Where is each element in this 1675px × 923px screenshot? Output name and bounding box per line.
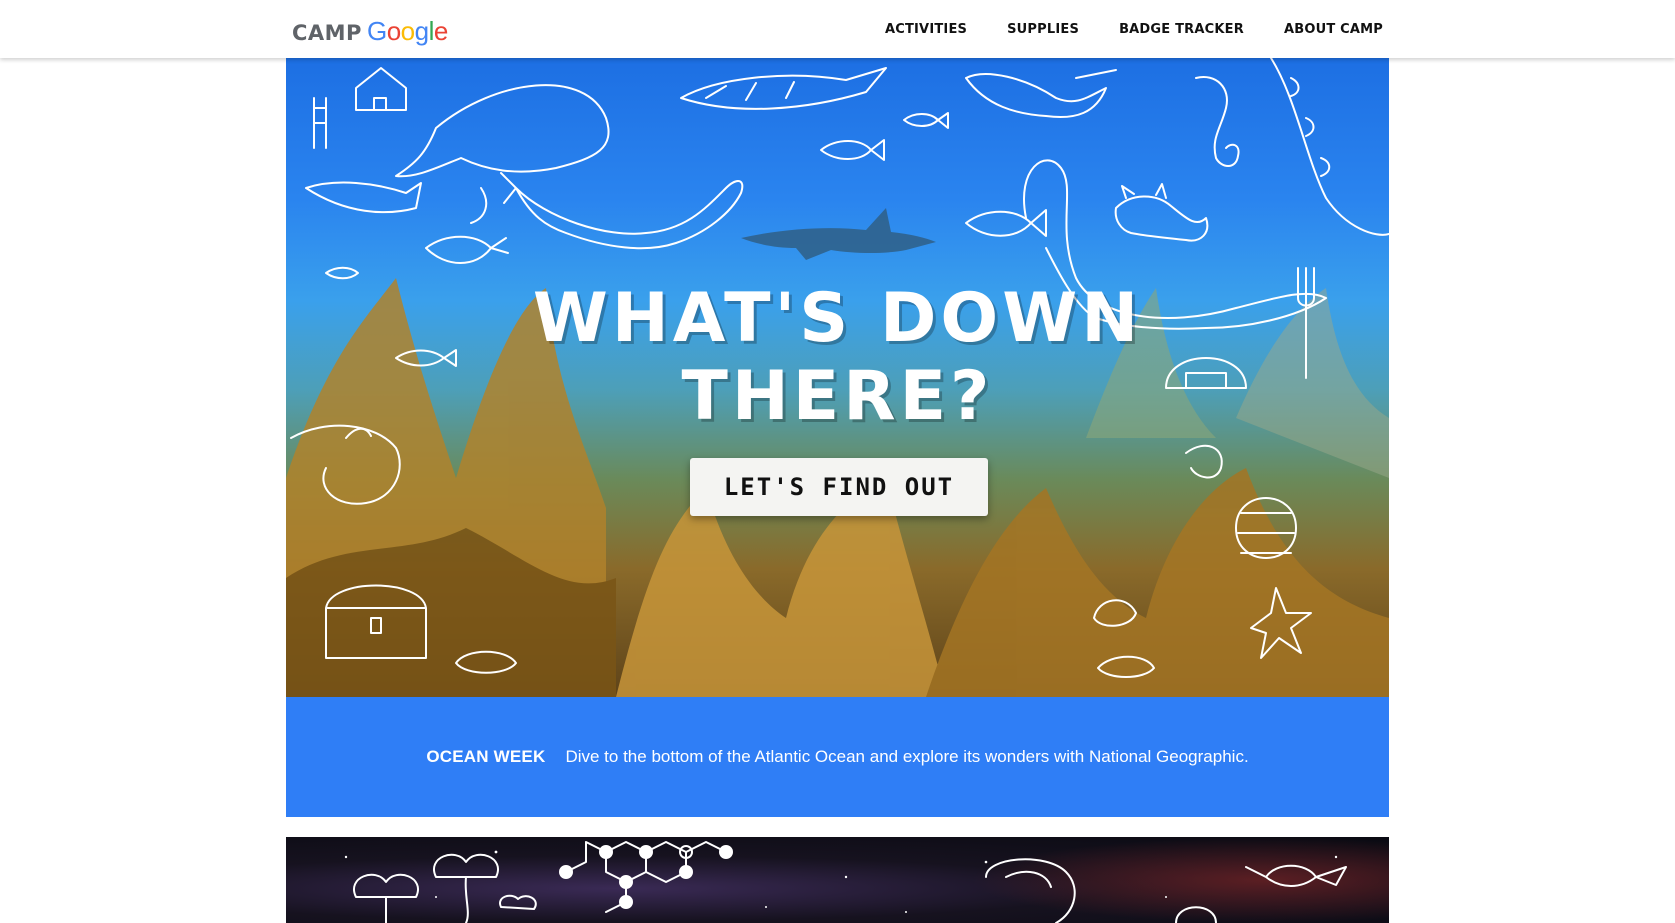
cat-doodle	[1114, 183, 1209, 242]
shark-silhouette	[741, 208, 936, 260]
top-navigation-bar: CAMP Google ACTIVITIES SUPPLIES BADGE TR…	[0, 0, 1675, 58]
google-letter: o	[386, 16, 401, 46]
astronaut-doodle	[985, 858, 1076, 923]
manta-doodle	[965, 73, 1107, 118]
winged-creature-doodle	[1245, 864, 1347, 887]
mermaid-doodle	[500, 172, 744, 250]
logo-google-wordmark: Google	[367, 16, 448, 47]
main-nav: ACTIVITIES SUPPLIES BADGE TRACKER ABOUT …	[845, 0, 1383, 58]
octopus-doodle	[1270, 58, 1389, 236]
google-letter: o	[400, 16, 415, 46]
fish-doodle	[903, 112, 949, 129]
nav-badge-tracker[interactable]: BADGE TRACKER	[1119, 22, 1244, 37]
fish-doodle	[325, 266, 359, 280]
logo-camp-text: CAMP	[292, 21, 362, 45]
shrimp-doodle	[1185, 444, 1223, 479]
week-label: OCEAN WEEK	[426, 747, 546, 766]
nav-activities[interactable]: ACTIVITIES	[885, 22, 967, 37]
fish-doodle	[820, 139, 885, 161]
nav-about-camp[interactable]: ABOUT CAMP	[1284, 22, 1383, 37]
cloud-tree-doodle	[499, 894, 537, 910]
cloud-tree-doodle	[353, 873, 419, 923]
fish-doodle	[965, 209, 1047, 237]
hammerhead-doodle	[305, 181, 422, 214]
mushroom-doodle	[1175, 906, 1217, 923]
hero-title: WHAT'S DOWN THERE?	[532, 279, 1143, 436]
seahorse-doodle	[1195, 76, 1240, 167]
next-week-banner-preview[interactable]	[286, 837, 1389, 923]
lets-find-out-button[interactable]: LET'S FIND OUT	[690, 458, 988, 516]
google-letter: e	[433, 16, 448, 46]
google-letter: G	[366, 16, 387, 46]
molecule-doodle	[559, 841, 733, 913]
shark-doodle	[680, 67, 887, 110]
google-letter: g	[414, 16, 429, 46]
house-doodle	[355, 67, 407, 111]
cloud-tree-doodle	[433, 853, 499, 923]
nav-supplies[interactable]: SUPPLIES	[1007, 22, 1079, 37]
lionfish-doodle	[425, 235, 509, 264]
camp-google-logo[interactable]: CAMP Google	[292, 16, 448, 46]
week-info-bar: OCEAN WEEK Dive to the bottom of the Atl…	[286, 697, 1389, 817]
space-doodle-illustrations	[344, 841, 1347, 923]
week-description: Dive to the bottom of the Atlantic Ocean…	[565, 747, 1249, 766]
hero-banner: WHAT'S DOWN THERE? LET'S FIND OUT	[286, 58, 1389, 697]
whale-doodle	[395, 84, 610, 224]
